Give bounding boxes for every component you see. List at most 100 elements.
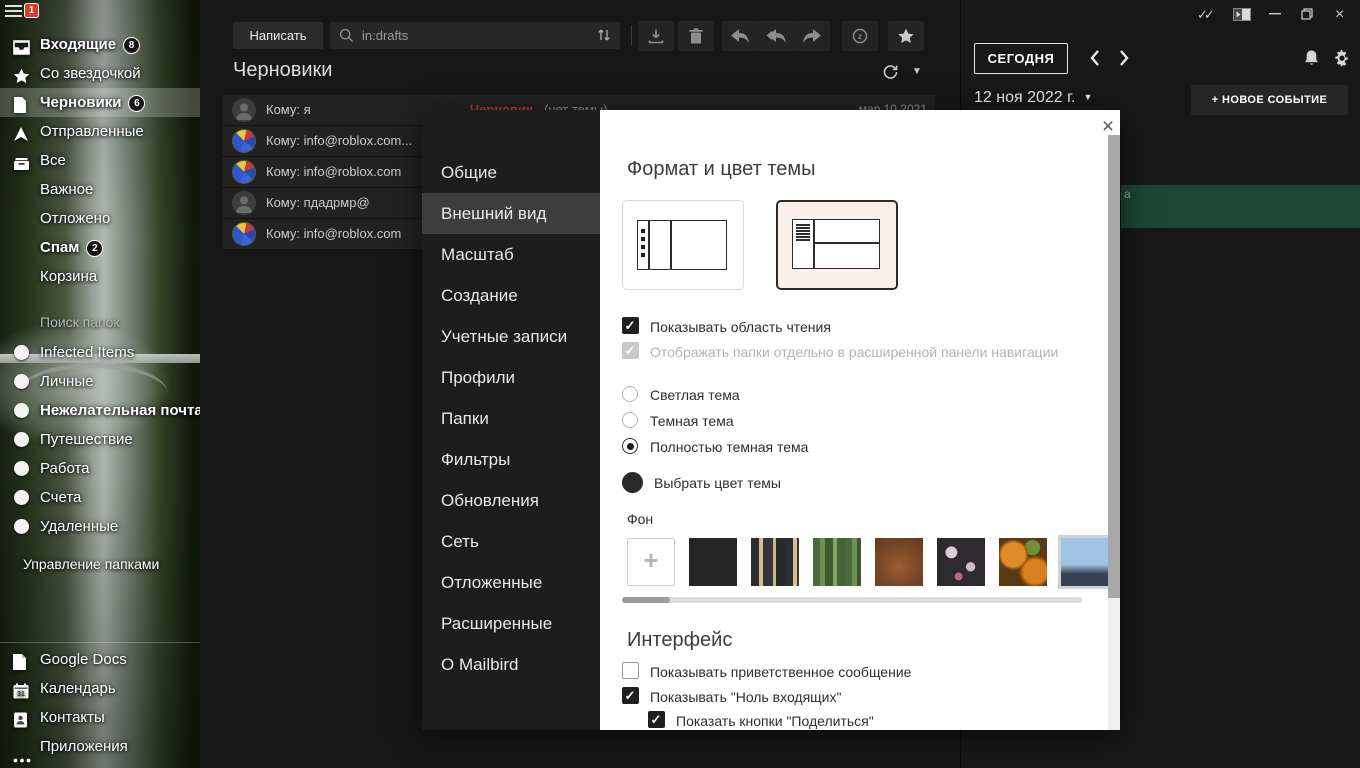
- background-thumb-solid-dark[interactable]: [689, 538, 737, 586]
- settings-nav-Фильтры[interactable]: Фильтры: [422, 439, 600, 480]
- reading-pane-checkbox[interactable]: [622, 317, 639, 334]
- sidebar-folder-Нежелательная почта[interactable]: Нежелательная почта1: [0, 396, 200, 425]
- folder-icon: [14, 432, 29, 447]
- settings-nav-Создание[interactable]: Создание: [422, 275, 600, 316]
- inbox-zero-checkbox[interactable]: [622, 687, 639, 704]
- forward-button[interactable]: [794, 21, 830, 51]
- settings-nav-Общие[interactable]: Общие: [422, 152, 600, 193]
- svg-text:z: z: [858, 32, 862, 41]
- sidebar-app-calendar[interactable]: 31 Календарь: [0, 674, 200, 703]
- sidebar-app-label: Контакты: [40, 709, 105, 726]
- sidebar-item-Важное[interactable]: Важное: [0, 175, 200, 204]
- manage-folders-link[interactable]: Управление папками: [0, 550, 159, 579]
- close-icon[interactable]: ×: [1335, 6, 1344, 24]
- sidebar-item-Со звездочкой[interactable]: Со звездочкой: [0, 59, 200, 88]
- theme-radio-Темная тема[interactable]: [622, 412, 638, 428]
- sidebar-folder-Работа[interactable]: Работа: [0, 454, 200, 483]
- compose-button[interactable]: Написать: [233, 22, 323, 49]
- sidebar-folder-Счета[interactable]: Счета: [0, 483, 200, 512]
- snooze-button[interactable]: z: [842, 21, 878, 51]
- sidebar-item-Отложено[interactable]: Отложено: [0, 204, 200, 233]
- sidebar-item-Спам[interactable]: Спам 2: [0, 233, 200, 262]
- sent-icon: [13, 123, 30, 141]
- theme-radio-Светлая тема[interactable]: [622, 386, 638, 402]
- sidebar-folder-Личные[interactable]: Личные: [0, 367, 200, 396]
- background-thumb-pixel-art[interactable]: [751, 538, 799, 586]
- minimize-icon[interactable]: [1269, 13, 1281, 15]
- folders-separately-checkbox[interactable]: [622, 342, 639, 359]
- hscrollbar-thumb[interactable]: [622, 597, 670, 603]
- sidebar-app-contacts[interactable]: Контакты: [0, 703, 200, 732]
- background-thumb-night-bridge[interactable]: [1061, 538, 1109, 586]
- starbtn-button[interactable]: [888, 21, 924, 51]
- reply-button[interactable]: [722, 21, 758, 51]
- maximize-icon[interactable]: [1301, 8, 1313, 20]
- search-sort-icon[interactable]: [596, 27, 612, 43]
- settings-nav-Обновления[interactable]: Обновления: [422, 480, 600, 521]
- unread-badge: 8: [123, 37, 141, 54]
- theme-radio-label: Светлая тема: [650, 387, 740, 403]
- background-thumb-pumpkins[interactable]: [999, 538, 1047, 586]
- sidebar-folder-label: Путешествие: [40, 431, 133, 448]
- sidebar: 1 Входящие 8 Со звездочкой Черновики 6 Отправ…: [0, 0, 200, 768]
- dialog-vscrollbar[interactable]: [1108, 135, 1120, 730]
- prev-day-icon[interactable]: [1088, 48, 1106, 68]
- sidebar-item-Входящие[interactable]: Входящие 8: [0, 30, 200, 59]
- sidebar-item-Отправленные[interactable]: Отправленные: [0, 117, 200, 146]
- background-thumb-green-forest[interactable]: [813, 538, 861, 586]
- sidebar-folder-Infected Items[interactable]: Infected Items: [0, 338, 200, 367]
- layout-option-horizontal-selected[interactable]: [776, 200, 898, 290]
- background-thumb-add-background[interactable]: [627, 538, 675, 586]
- menu-icon[interactable]: [5, 5, 22, 18]
- settings-nav-Отложенные[interactable]: Отложенные: [422, 562, 600, 603]
- bell-icon[interactable]: [1303, 49, 1320, 67]
- background-thumb-autumn-fog[interactable]: [875, 538, 923, 586]
- new-event-button[interactable]: + НОВОЕ СОБЫТИЕ: [1191, 85, 1348, 115]
- sidebar-folder-Путешествие[interactable]: Путешествие: [0, 425, 200, 454]
- next-day-icon[interactable]: [1117, 48, 1135, 68]
- background-hscrollbar[interactable]: [622, 597, 1082, 603]
- settings-content: × Формат и цвет темы Показывать област: [600, 110, 1120, 730]
- sidebar-item-Все[interactable]: Все: [0, 146, 200, 175]
- theme-color-swatch[interactable]: [622, 472, 643, 493]
- sidebar-app-dots[interactable]: Приложения: [0, 732, 200, 763]
- sidebar-item-Корзина[interactable]: Корзина: [0, 262, 200, 291]
- settings-nav-О Mailbird[interactable]: О Mailbird: [422, 644, 600, 685]
- calendar-event[interactable]: a: [1121, 185, 1360, 228]
- welcome-message-checkbox[interactable]: [622, 662, 639, 679]
- roblox-avatar: [232, 129, 256, 153]
- replyall-button[interactable]: [758, 21, 794, 51]
- list-options-caret[interactable]: ▼: [912, 66, 922, 77]
- share-buttons-checkbox[interactable]: [648, 711, 665, 728]
- sidebar-folder-Удаленные[interactable]: Удаленные: [0, 512, 200, 541]
- folder-icon: [14, 461, 29, 476]
- search-input[interactable]: in:drafts: [330, 22, 620, 49]
- mark-all-read-icon[interactable]: ✓✓: [1197, 7, 1215, 23]
- download-button[interactable]: [638, 21, 674, 51]
- today-button[interactable]: СЕГОДНЯ: [974, 43, 1068, 74]
- toggle-panel-icon[interactable]: [1233, 8, 1251, 21]
- settings-nav-Папки[interactable]: Папки: [422, 398, 600, 439]
- gear-icon[interactable]: [1333, 49, 1351, 67]
- vscrollbar-thumb[interactable]: [1108, 135, 1120, 598]
- sidebar-app-doc[interactable]: Google Docs: [0, 645, 200, 674]
- settings-nav-Профили[interactable]: Профили: [422, 357, 600, 398]
- trash-button[interactable]: [678, 21, 714, 51]
- background-thumb-frost-flowers[interactable]: [937, 538, 985, 586]
- settings-nav-Сеть[interactable]: Сеть: [422, 521, 600, 562]
- layout-option-vertical[interactable]: [622, 200, 744, 290]
- sidebar-folder-label: Личные: [40, 373, 94, 390]
- search-folders-link[interactable]: Поиск папок: [40, 314, 120, 330]
- settings-nav-Масштаб[interactable]: Масштаб: [422, 234, 600, 275]
- refresh-icon[interactable]: [882, 63, 899, 80]
- calendar-date-selector[interactable]: 12 ноя 2022 г. ▼: [974, 89, 1092, 107]
- settings-nav-Расширенные[interactable]: Расширенные: [422, 603, 600, 644]
- date-caret-icon: ▼: [1083, 92, 1093, 102]
- background-section-label: Фон: [627, 511, 654, 527]
- unread-badge: 2: [86, 240, 104, 257]
- sidebar-item-Черновики[interactable]: Черновики 6: [0, 88, 200, 117]
- settings-nav-Учетные записи[interactable]: Учетные записи: [422, 316, 600, 357]
- folder-icon: [14, 519, 29, 534]
- theme-radio-Полностью темная тема[interactable]: [622, 438, 638, 454]
- settings-nav-Внешний вид[interactable]: Внешний вид: [422, 193, 600, 234]
